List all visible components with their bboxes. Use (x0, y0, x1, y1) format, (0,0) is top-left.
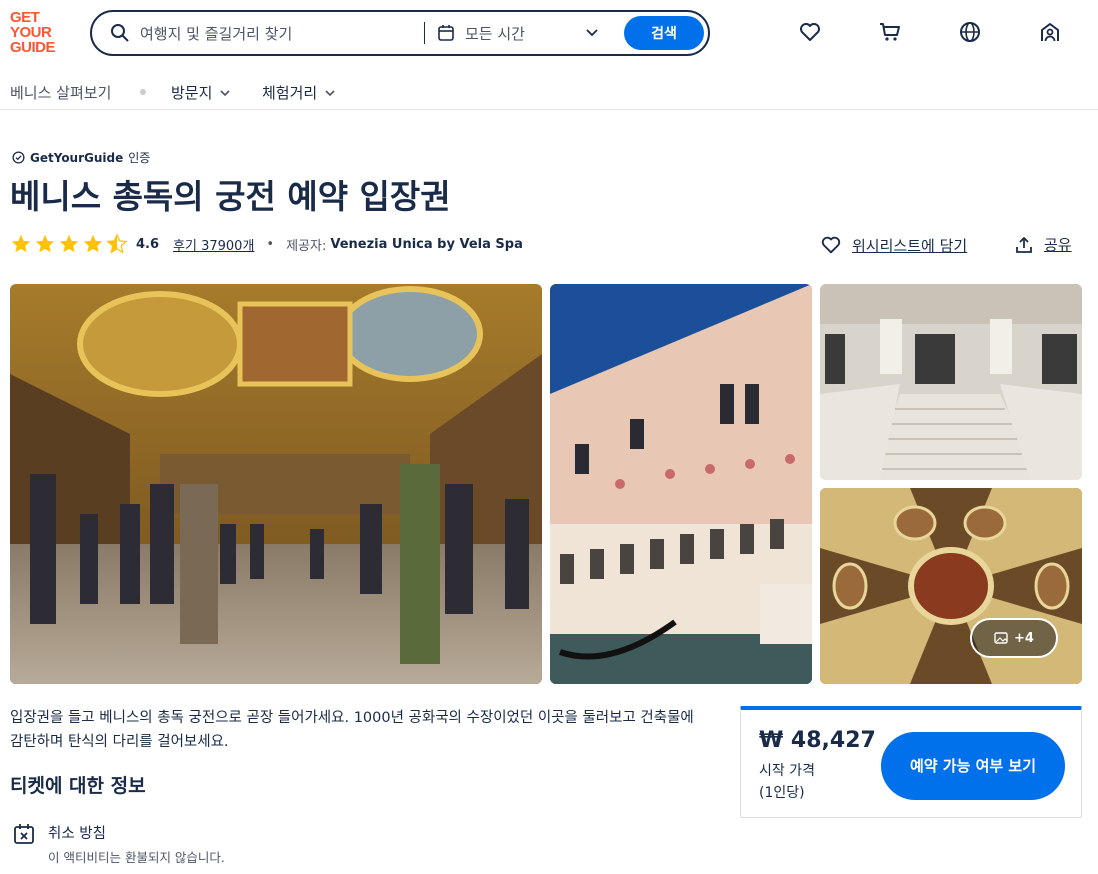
globe-icon[interactable] (958, 20, 982, 44)
more-photos-count: +4 (1014, 630, 1034, 646)
subnav-label: 체험거리 (262, 84, 318, 102)
heart-icon[interactable] (798, 20, 822, 44)
rating-score: 4.6 (136, 236, 160, 252)
search-icon (111, 24, 129, 42)
policy-title: 취소 방침 (48, 826, 106, 842)
gallery-photo-staircase[interactable] (820, 284, 1082, 480)
price-amount: ₩ 48,427 (759, 728, 876, 753)
sub-navigation: 베니스 살펴보기 방문지 체험거리 (0, 72, 1098, 110)
price-from-label: 시작 가격 (759, 763, 815, 779)
profile-icon[interactable] (1038, 20, 1062, 44)
share-icon (1016, 236, 1032, 253)
rating-row: 4.6 후기 37900개 • 제공자: Venezia Unica by Ve… (10, 233, 523, 255)
gallery-photo-palace-exterior[interactable] (550, 284, 812, 684)
search-bar[interactable]: 여행지 및 즐길거리 찾기 모든 시간 검색 (90, 10, 710, 56)
policy-description: 이 액티비티는 환불되지 않습니다. (48, 850, 225, 865)
calendar-cancel-icon (14, 824, 34, 844)
getyourguide-logo[interactable]: GET YOUR GUIDE (10, 10, 68, 56)
activity-description: 입장권을 들고 베니스의 총독 궁전으로 곧장 들어가세요. 1000년 공화국… (10, 710, 694, 750)
calendar-icon (438, 25, 454, 41)
gallery-main-photo[interactable] (10, 284, 542, 684)
subnav-places[interactable]: 방문지 (171, 82, 232, 103)
star-icon (83, 234, 103, 253)
provider-name: Venezia Unica by Vela Spa (330, 236, 523, 252)
share-label: 공유 (1044, 236, 1072, 254)
ticket-info-heading: 티켓에 대한 정보 (10, 775, 146, 797)
chevron-down-icon (325, 89, 335, 96)
search-button[interactable]: 검색 (624, 16, 704, 50)
star-icon (11, 234, 31, 253)
verified-badge: GetYourGuide 인증 (12, 149, 150, 166)
bullet-separator: • (266, 236, 275, 252)
page-title: 베니스 총독의 궁전 예약 입장권 (10, 177, 451, 216)
star-rating (10, 233, 128, 255)
badge-suffix: 인증 (128, 151, 151, 165)
chevron-down-icon[interactable] (585, 26, 599, 40)
date-filter-value[interactable]: 모든 시간 (465, 23, 585, 44)
verified-check-icon (12, 151, 25, 164)
logo-line-1: GET (10, 9, 40, 26)
check-availability-button[interactable]: 예약 가능 여부 보기 (881, 732, 1065, 800)
wishlist-label: 위시리스트에 담기 (852, 236, 968, 255)
price-box: ₩ 48,427 시작 가격 (1인당) 예약 가능 여부 보기 (740, 706, 1082, 818)
price-per-person-label: (1인당) (759, 785, 805, 801)
star-icon (59, 234, 79, 253)
half-star-icon (106, 233, 128, 254)
more-photos-button[interactable]: +4 (970, 618, 1058, 658)
subnav-label: 베니스 살펴보기 (10, 84, 112, 102)
provider-label: 제공자: (286, 238, 327, 254)
chevron-down-icon (220, 89, 230, 96)
share-button[interactable]: 공유 (1014, 234, 1072, 255)
search-input[interactable]: 여행지 및 즐길거리 찾기 (140, 23, 410, 44)
cancellation-policy: 취소 방침 이 액티비티는 환불되지 않습니다. (12, 822, 225, 866)
image-icon (994, 632, 1008, 644)
badge-brand: GetYourGuide (30, 150, 124, 165)
cart-icon[interactable] (878, 20, 902, 44)
star-icon (35, 234, 55, 253)
subnav-activities[interactable]: 체험거리 (262, 82, 337, 103)
search-divider (424, 22, 425, 44)
subnav-separator-dot (140, 89, 146, 95)
wishlist-button[interactable]: 위시리스트에 담기 (820, 234, 967, 256)
logo-line-2: YOUR (10, 24, 52, 41)
heart-icon (821, 236, 841, 254)
subnav-label: 방문지 (171, 84, 213, 102)
reviews-link[interactable]: 후기 37900개 (173, 235, 254, 254)
subnav-explore-venice[interactable]: 베니스 살펴보기 (10, 82, 111, 103)
logo-line-3: GUIDE (10, 39, 56, 56)
